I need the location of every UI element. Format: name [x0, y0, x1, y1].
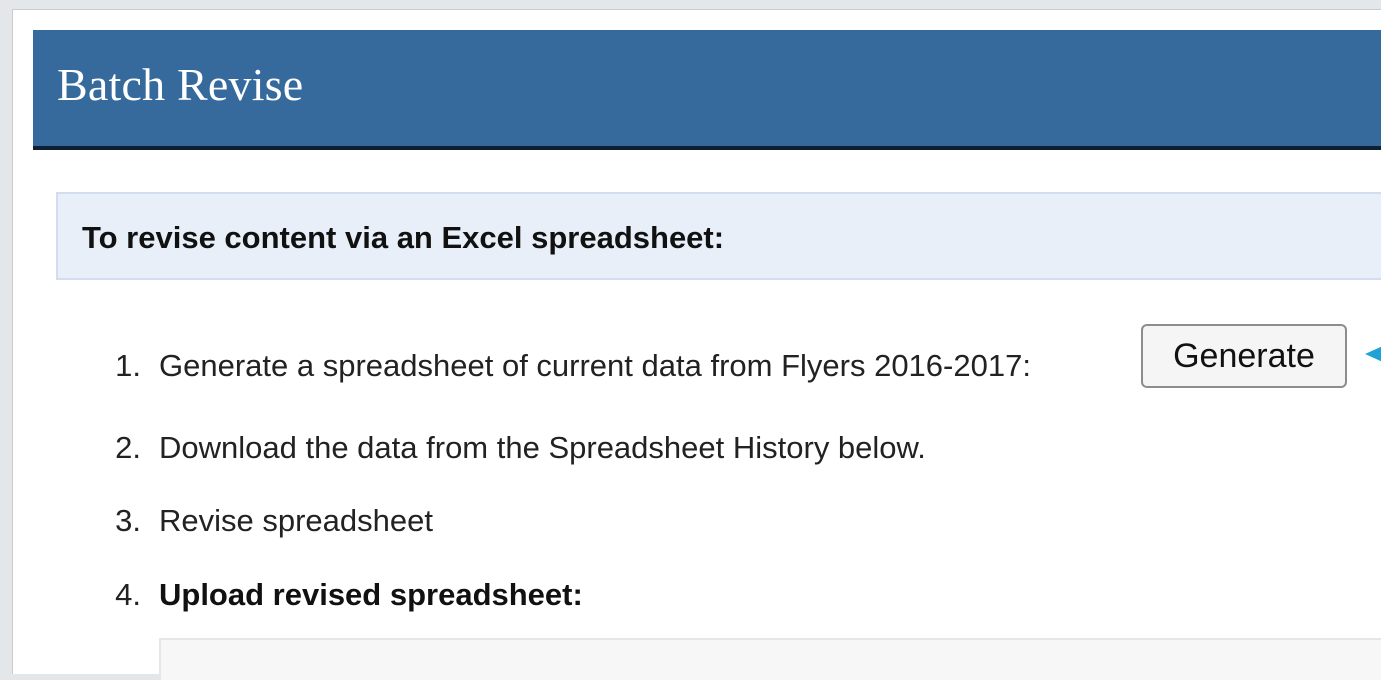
step-number: 1.	[115, 348, 141, 383]
instruction-heading: To revise content via an Excel spreadshe…	[82, 220, 725, 255]
step-text: Download the data from the Spreadsheet H…	[159, 430, 926, 465]
pointer-arrow-icon	[1365, 345, 1381, 363]
step-text: Upload revised spreadsheet:	[159, 577, 583, 612]
step-text: Revise spreadsheet	[159, 503, 433, 538]
step-number: 3.	[115, 503, 141, 538]
generate-button[interactable]: Generate	[1141, 324, 1347, 388]
step-number: 2.	[115, 430, 141, 465]
upload-dropzone[interactable]	[159, 638, 1381, 680]
step-text: Generate a spreadsheet of current data f…	[159, 348, 1031, 383]
instruction-panel: To revise content via an Excel spreadshe…	[56, 192, 1381, 280]
page-header: Batch Revise	[33, 30, 1381, 150]
step-number: 4.	[115, 577, 141, 612]
batch-revise-page: Batch Revise To revise content via an Ex…	[12, 9, 1381, 680]
page-title: Batch Revise	[57, 59, 304, 110]
